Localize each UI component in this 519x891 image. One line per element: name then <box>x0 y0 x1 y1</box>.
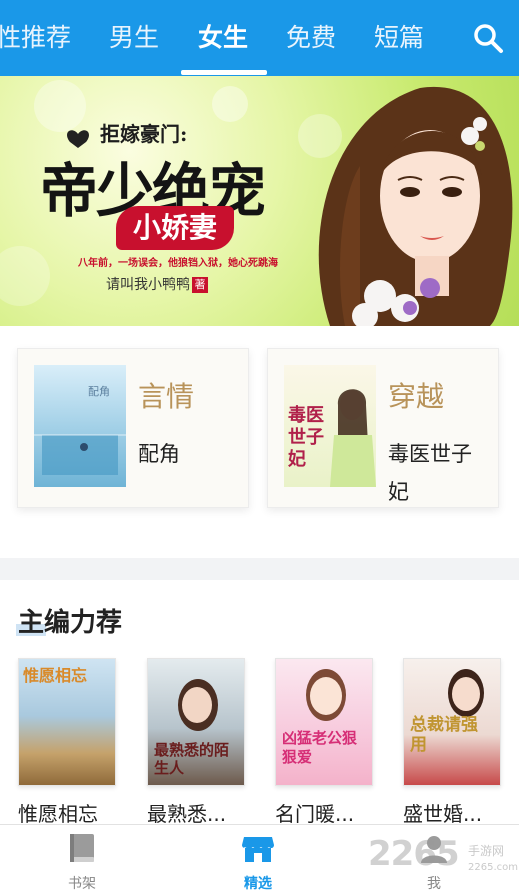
pick-book[interactable]: 凶猛老公狠狠爱 名门暖... <box>275 658 373 827</box>
category-section: 配角 言情 配角 毒医世子妃 穿越 毒医世子妃 <box>0 326 519 558</box>
book-cover: 凶猛老公狠狠爱 <box>275 658 373 786</box>
category-name: 言情 <box>138 380 195 413</box>
tab-male[interactable]: 男生 <box>109 18 159 58</box>
book-title: 惟愿相忘 <box>18 802 98 826</box>
section-heading: 主编力荐 <box>18 608 123 638</box>
pick-book[interactable]: 总裁请强用 盛世婚... <box>403 658 501 827</box>
watermark-url: 2265.com <box>468 862 518 873</box>
active-tab-indicator <box>181 70 267 75</box>
category-book-title: 毒医世子妃 <box>388 442 472 504</box>
category-card-timetravel[interactable]: 毒医世子妃 穿越 毒医世子妃 <box>267 348 499 508</box>
tab-free[interactable]: 免费 <box>286 18 336 58</box>
cover-title: 最熟悉的陌生人 <box>154 741 230 777</box>
banner-author-name: 请叫我小鸭鸭 <box>106 277 190 293</box>
cover-title: 总裁请强用 <box>410 715 478 755</box>
book-cover <box>34 365 126 487</box>
book-cover: 惟愿相忘 <box>18 658 116 786</box>
tab-recommended[interactable]: 性推荐 <box>0 18 71 58</box>
book-cover: 总裁请强用 <box>403 658 501 786</box>
store-icon <box>242 837 274 862</box>
tab-short[interactable]: 短篇 <box>374 18 424 58</box>
nav-label: 书架 <box>68 876 96 891</box>
cover-title: 毒医世子妃 <box>288 405 324 470</box>
tab-female[interactable]: 女生 <box>198 18 248 58</box>
pick-book[interactable]: 惟愿相忘 惟愿相忘 <box>18 658 116 827</box>
cover-title: 配角 <box>88 385 110 398</box>
banner-author: 请叫我小鸭鸭著 <box>106 274 208 294</box>
app-screen: 性推荐 男生 女生 免费 短篇 拒嫁豪门: 帝少绝宠 小娇妻 八年前，一场误会，… <box>0 0 519 891</box>
nav-bookshelf[interactable]: 书架 <box>42 831 122 891</box>
cover-title: 凶猛老公狠狠爱 <box>282 729 358 766</box>
book-title: 最熟悉... <box>147 802 227 826</box>
book-cover: 最熟悉的陌生人 <box>147 658 245 786</box>
book-title: 名门暖... <box>275 802 355 826</box>
author-seal: 著 <box>192 277 208 293</box>
book-title: 盛世婚... <box>403 802 483 826</box>
banner-tagline: 八年前，一场误会，他狼铛入狱，她心死跳海 <box>78 258 278 269</box>
watermark-number: 2265 <box>368 834 460 874</box>
pick-book[interactable]: 最熟悉的陌生人 最熟悉... <box>147 658 245 827</box>
section-divider <box>0 558 519 580</box>
promo-banner[interactable]: 拒嫁豪门: 帝少绝宠 小娇妻 八年前，一场误会，他狼铛入狱，她心死跳海 请叫我小… <box>0 76 519 326</box>
watermark-logo: 2265 手游网 2265.com <box>368 832 518 886</box>
banner-badge: 小娇妻 <box>116 206 234 250</box>
book-icon <box>70 834 94 862</box>
category-book-title: 配角 <box>138 442 180 466</box>
cover-title: 惟愿相忘 <box>23 666 88 685</box>
search-icon[interactable] <box>470 20 506 56</box>
category-name: 穿越 <box>388 380 445 413</box>
category-card-romance[interactable]: 配角 言情 配角 <box>17 348 249 508</box>
banner-subtitle: 拒嫁豪门: <box>100 122 188 146</box>
watermark-site: 手游网 <box>468 844 505 858</box>
editor-picks-section: 主编力荐 惟愿相忘 惟愿相忘 最熟悉的陌生人 最熟悉... 凶猛老公狠狠爱 名门… <box>0 580 519 827</box>
nav-featured[interactable]: 精选 <box>218 831 298 891</box>
top-nav: 性推荐 男生 女生 免费 短篇 <box>0 0 519 76</box>
nav-label: 精选 <box>244 876 272 891</box>
